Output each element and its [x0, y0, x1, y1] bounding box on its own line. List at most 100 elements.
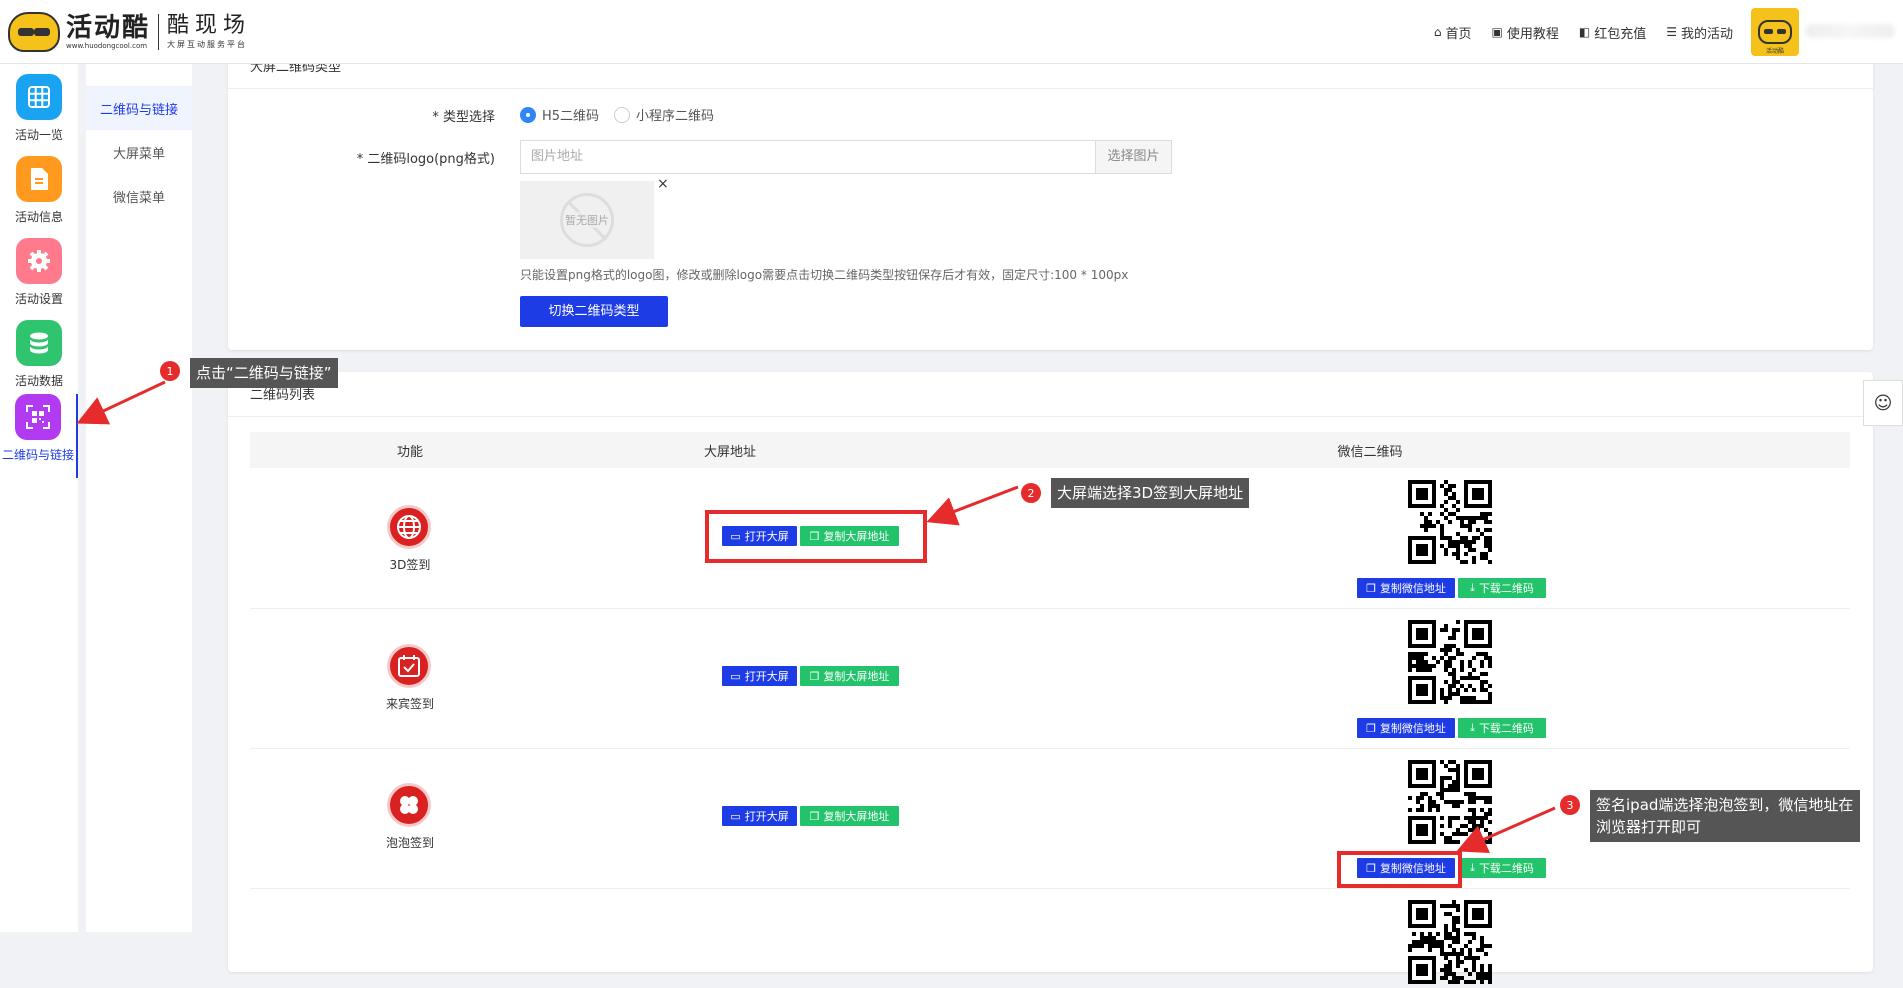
username-blurred[interactable]	[1805, 24, 1895, 38]
sidebar-item-activity-data[interactable]: 活动数据	[0, 320, 78, 400]
download-qr-button[interactable]: ⤓ 下载二维码	[1458, 858, 1546, 878]
submenu-item-wechat-menu[interactable]: 微信菜单	[86, 174, 192, 218]
avatar[interactable]: 活动酷	[1751, 8, 1799, 56]
function-name: 泡泡签到	[385, 836, 434, 850]
copy-icon: ❐	[1366, 581, 1376, 595]
function-name: 来宾签到	[385, 697, 434, 711]
copy-wechat-url-button[interactable]: ❐ 复制微信地址	[1357, 718, 1455, 738]
download-qr-label: 下载二维码	[1478, 862, 1534, 875]
logo-hint: 只能设置png格式的logo图，修改或删除logo需要点击切换二维码类型按钮保存…	[520, 268, 1129, 282]
remove-logo-icon[interactable]: ×	[657, 176, 669, 192]
table-header: 功能 大屏地址 微信二维码	[250, 432, 1850, 468]
top-nav: ⌂ 首页 ▣ 使用教程 ◧ 红包充值 ☰ 我的活动	[1434, 0, 1733, 64]
wechat-qr-code	[1408, 760, 1492, 844]
row-divider	[250, 608, 1850, 609]
copy-wechat-label: 复制微信地址	[1379, 722, 1446, 735]
logo-url-text: www.huodongcool.com	[66, 41, 148, 50]
download-qr-label: 下载二维码	[1478, 582, 1534, 595]
radio-h5-qrcode[interactable]: H5二维码	[520, 105, 599, 124]
database-icon	[16, 320, 62, 366]
copy-wechat-url-button[interactable]: ❐ 复制微信地址	[1357, 578, 1455, 598]
qq-contact-tab[interactable]: ☺	[1863, 380, 1903, 426]
nav-recharge[interactable]: ◧ 红包充值	[1579, 23, 1646, 42]
home-icon: ⌂	[1433, 25, 1442, 39]
type-select-label: * 类型选择	[432, 110, 495, 125]
logo-label: * 二维码logo(png格式)	[356, 152, 495, 167]
annotation-badge-1: 1	[160, 361, 180, 381]
wechat-qr-code	[1408, 480, 1492, 564]
sidebar-label: 二维码与链接	[1, 448, 74, 462]
highlight-box-screen-url	[705, 510, 927, 563]
annotation-tooltip-1: 点击“二维码与链接”	[190, 358, 338, 388]
sidebar-label: 活动信息	[14, 210, 63, 224]
column-header-wechat-qr: 微信二维码	[1337, 444, 1403, 460]
annotation-tooltip-3: 签名ipad端选择泡泡签到，微信地址在浏览器打开即可	[1590, 790, 1860, 842]
qr-image	[1408, 480, 1492, 564]
avatar-mascot-icon	[1758, 20, 1792, 44]
copy-screen-url-button[interactable]: ❐ 复制大屏地址	[800, 806, 899, 826]
sidebar-item-qrcode-links[interactable]: 二维码与链接	[0, 394, 78, 478]
row-divider	[250, 748, 1850, 749]
copy-screen-label: 复制大屏地址	[823, 670, 890, 683]
sidebar-item-activity-info[interactable]: 活动信息	[0, 156, 78, 236]
bubbles-icon	[387, 783, 431, 827]
radio-miniprogram-qrcode[interactable]: 小程序二维码	[614, 105, 714, 124]
open-screen-button[interactable]: ▭ 打开大屏	[722, 806, 797, 826]
nav-my-activities[interactable]: ☰ 我的活动	[1666, 23, 1733, 42]
choose-image-button[interactable]: 选择图片	[1096, 140, 1172, 174]
download-icon: ⤓	[1470, 581, 1475, 594]
logo-tagline: 大屏互动服务平台	[167, 40, 248, 49]
annotation-badge-2: 2	[1021, 483, 1041, 503]
logo-preview: 暂无图片	[520, 181, 654, 259]
globe-icon	[387, 505, 431, 549]
column-header-screen-url: 大屏地址	[703, 444, 756, 460]
image-url-input[interactable]: 图片地址	[520, 140, 1096, 174]
function-name: 3D签到	[389, 558, 431, 572]
column-header-function: 功能	[396, 444, 423, 460]
switch-qr-type-button[interactable]: 切换二维码类型	[520, 296, 668, 327]
copy-icon: ❐	[809, 809, 820, 823]
logo-main-text: 活动酷	[66, 12, 151, 43]
radio-dot-icon	[614, 106, 630, 123]
wechat-qr-code	[1408, 620, 1492, 704]
annotation-badge-3: 3	[1560, 795, 1580, 815]
brand-logo[interactable]: 活动酷 www.huodongcool.com 酷现场 大屏互动服务平台	[8, 4, 251, 60]
row-divider	[250, 888, 1850, 889]
submenu-item-screen-menu[interactable]: 大屏菜单	[86, 130, 192, 174]
sidebar-item-activity-settings[interactable]: 活动设置	[0, 238, 78, 318]
download-qr-label: 下载二维码	[1478, 722, 1534, 735]
copy-screen-url-button[interactable]: ❐ 复制大屏地址	[800, 666, 899, 686]
nav-tutorial[interactable]: ▣ 使用教程	[1492, 23, 1559, 42]
open-screen-button[interactable]: ▭ 打开大屏	[722, 666, 797, 686]
nav-my-activities-label: 我的活动	[1680, 26, 1733, 42]
wallet-icon: ◧	[1578, 25, 1591, 39]
annotation-tooltip-2: 大屏端选择3D签到大屏地址	[1051, 478, 1250, 508]
copy-icon: ❐	[1366, 721, 1376, 735]
copy-wechat-label: 复制微信地址	[1379, 582, 1446, 595]
qr-image	[1408, 760, 1492, 844]
download-qr-button[interactable]: ⤓ 下载二维码	[1458, 578, 1546, 598]
download-qr-button[interactable]: ⤓ 下载二维码	[1458, 718, 1546, 738]
card-divider	[228, 416, 1873, 417]
monitor-icon: ▭	[730, 809, 741, 823]
submenu-item-qrcode-links[interactable]: 二维码与链接	[86, 86, 192, 130]
radio-h5-label: H5二维码	[542, 109, 600, 124]
qrcode-icon	[15, 394, 61, 440]
sub-menu: 二维码与链接 大屏菜单 微信菜单	[86, 64, 192, 932]
open-screen-label: 打开大屏	[744, 670, 789, 683]
sidebar-item-activity-overview[interactable]: 活动一览	[0, 74, 78, 154]
wechat-qr-code-partial	[1408, 900, 1492, 984]
penguin-icon: ☺	[1873, 392, 1893, 414]
icon-sidebar: 活动一览 活动信息 活动设置 活动数据 二维码与链接	[0, 64, 78, 932]
highlight-box-wechat-url	[1337, 851, 1462, 888]
radio-dot-icon	[520, 106, 536, 123]
qr-image	[1408, 900, 1492, 984]
copy-screen-label: 复制大屏地址	[823, 810, 890, 823]
sidebar-label: 活动一览	[14, 128, 63, 142]
gear-icon	[16, 238, 62, 284]
card-divider	[228, 88, 1873, 89]
mascot-logo-icon	[8, 11, 60, 52]
nav-home[interactable]: ⌂ 首页	[1434, 23, 1472, 42]
copy-icon: ❐	[809, 669, 820, 683]
book-icon: ▣	[1491, 25, 1503, 39]
